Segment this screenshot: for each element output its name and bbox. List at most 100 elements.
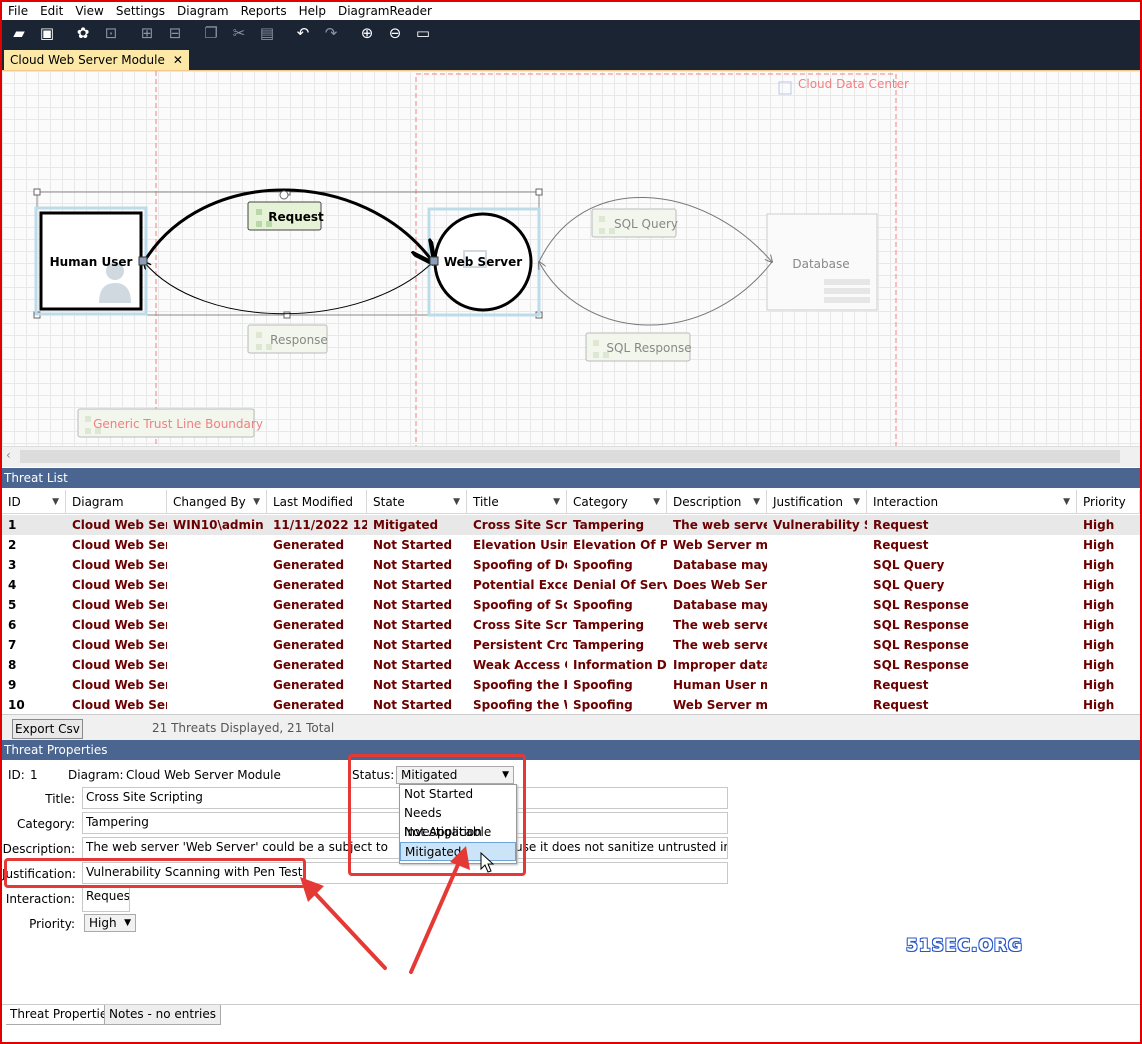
column-header-changed-by[interactable]: Changed By ▼	[167, 490, 267, 514]
column-header-justification[interactable]: Justification ▼	[767, 490, 867, 514]
cell-interaction: Request	[873, 538, 929, 552]
cell-last-modified: 11/11/2022 12:0	[273, 518, 367, 532]
interaction-field[interactable]: Request	[82, 886, 130, 912]
palette-icon[interactable]: ✿	[72, 22, 94, 44]
response-label: Response	[270, 333, 328, 347]
cell-description: Database may b	[673, 598, 767, 612]
column-header-id[interactable]: ID ▼	[2, 490, 66, 514]
tab-threat-properties[interactable]: Threat Properties	[6, 1005, 119, 1025]
cell-last-modified: Generated	[273, 698, 345, 712]
chevron-down-icon[interactable]: ▼	[52, 490, 59, 514]
table-row[interactable]: 6 Cloud Web Serv Generated Not Started Cross…	[2, 615, 1140, 635]
cell-justification	[767, 615, 867, 635]
table-row[interactable]: 8 Cloud Web Serv Generated Not Started Weak …	[2, 655, 1140, 675]
table-row[interactable]: 3 Cloud Web Serv Generated Not Started Spoof…	[2, 555, 1140, 575]
table-row[interactable]: 2 Cloud Web Serv Generated Not Started Eleva…	[2, 535, 1140, 555]
column-header-priority[interactable]: Priority	[1077, 490, 1140, 514]
cell-changed-by	[167, 695, 267, 715]
cell-id: 8	[8, 658, 17, 672]
column-header-title[interactable]: Title ▼	[467, 490, 567, 514]
cell-last-modified: Generated	[273, 678, 345, 692]
column-header-last-modified[interactable]: Last Modified	[267, 490, 367, 514]
chevron-down-icon[interactable]: ▼	[1063, 490, 1070, 514]
column-header-label: Justification	[773, 495, 843, 509]
cell-id: 10	[8, 698, 25, 712]
cell-changed-by	[167, 555, 267, 575]
cell-description: Web Server may	[673, 698, 767, 712]
flow-anchor[interactable]	[429, 256, 439, 266]
table-row[interactable]: 10 Cloud Web Serv Generated Not Started Spoo…	[2, 695, 1140, 715]
priority-select[interactable]: High ▼	[84, 914, 136, 932]
column-header-interaction[interactable]: Interaction ▼	[867, 490, 1077, 514]
zoom-in-icon[interactable]: ⊕	[356, 22, 378, 44]
priority-label: Priority:	[29, 917, 75, 931]
paste-icon[interactable]: ▤	[256, 22, 278, 44]
export-csv-button[interactable]: Export Csv	[12, 719, 83, 739]
menu-settings[interactable]: Settings	[110, 2, 171, 20]
table-row[interactable]: 4 Cloud Web Serv Generated Not Started Poten…	[2, 575, 1140, 595]
chevron-down-icon[interactable]: ▼	[553, 490, 560, 514]
column-header-label: Last Modified	[273, 495, 354, 509]
zoom-page-icon[interactable]: ⊡	[100, 22, 122, 44]
table-row[interactable]: 5 Cloud Web Serv Generated Not Started Spoof…	[2, 595, 1140, 615]
response-flow[interactable]	[144, 262, 434, 315]
chevron-down-icon[interactable]: ▼	[853, 490, 860, 514]
diagram-label: Diagram:	[68, 768, 124, 782]
chevron-down-icon[interactable]: ▼	[653, 490, 660, 514]
column-header-description[interactable]: Description ▼	[667, 490, 767, 514]
menu-diagram[interactable]: Diagram	[171, 2, 235, 20]
threat-grid: ID ▼ Diagram Changed By ▼ Last Modified St…	[2, 490, 1140, 714]
table-row[interactable]: 9 Cloud Web Serv Generated Not Started Spoof…	[2, 675, 1140, 695]
cell-title: Spoofing the We	[473, 698, 567, 712]
table-row[interactable]: 1 Cloud Web Serv WIN10\admin 11/11/2022 12:…	[2, 515, 1140, 535]
cell-last-modified: Generated	[273, 638, 345, 652]
table-row[interactable]: 7 Cloud Web Serv Generated Not Started Persi…	[2, 635, 1140, 655]
menu-diagramreader[interactable]: DiagramReader	[332, 2, 438, 20]
zoom-out-icon[interactable]: ⊖	[384, 22, 406, 44]
cell-priority: High	[1083, 578, 1115, 592]
tab-notes[interactable]: Notes - no entries	[104, 1005, 221, 1025]
redo-icon[interactable]: ↷	[320, 22, 342, 44]
save-icon[interactable]: ▣	[36, 22, 58, 44]
export-page-icon[interactable]: ⊟	[164, 22, 186, 44]
column-header-label: Priority	[1083, 495, 1126, 509]
cell-justification	[767, 535, 867, 555]
document-tab[interactable]: Cloud Web Server Module ✕	[4, 50, 189, 70]
sql-response-flow[interactable]	[539, 262, 773, 326]
flow-anchor[interactable]	[138, 256, 148, 266]
cut-icon[interactable]: ✂	[228, 22, 250, 44]
menu-view[interactable]: View	[69, 2, 109, 20]
horizontal-scrollbar[interactable]: ‹	[2, 446, 1140, 467]
close-icon[interactable]: ✕	[173, 50, 183, 70]
menu-reports[interactable]: Reports	[235, 2, 293, 20]
rotate-handle[interactable]	[279, 190, 289, 200]
toolbar: ▰ ▣ ✿ ⊡ ⊞ ⊟ ❐ ✂ ▤ ↶ ↷ ⊕ ⊖ ▭	[2, 20, 1140, 46]
diagram-canvas[interactable]: Cloud Data Center Human User Web Server …	[2, 70, 1140, 447]
cell-state: Not Started	[373, 658, 453, 672]
comment-icon[interactable]: ▭	[412, 22, 434, 44]
column-header-category[interactable]: Category ▼	[567, 490, 667, 514]
chevron-down-icon[interactable]: ▼	[253, 490, 260, 514]
chevron-down-icon[interactable]: ▼	[753, 490, 760, 514]
column-header-state[interactable]: State ▼	[367, 490, 467, 514]
column-header-label: Category	[573, 495, 628, 509]
cell-changed-by	[167, 615, 267, 635]
new-page-icon[interactable]: ⊞	[136, 22, 158, 44]
cell-priority: High	[1083, 558, 1115, 572]
menu-help[interactable]: Help	[293, 2, 332, 20]
scrollbar-thumb[interactable]	[20, 450, 1120, 463]
menu-file[interactable]: File	[2, 2, 34, 20]
scroll-left-icon[interactable]: ‹	[6, 448, 11, 462]
cell-justification	[767, 695, 867, 715]
undo-icon[interactable]: ↶	[292, 22, 314, 44]
document-tab-label: Cloud Web Server Module	[10, 53, 165, 67]
chevron-down-icon[interactable]: ▼	[453, 490, 460, 514]
justification-annotation-box	[4, 858, 306, 888]
cell-diagram: Cloud Web Serv	[72, 518, 167, 532]
copy-icon[interactable]: ❐	[200, 22, 222, 44]
column-header-label: State	[373, 495, 405, 509]
menu-edit[interactable]: Edit	[34, 2, 69, 20]
open-icon[interactable]: ▰	[8, 22, 30, 44]
cell-changed-by	[167, 675, 267, 695]
column-header-diagram[interactable]: Diagram	[66, 490, 167, 514]
